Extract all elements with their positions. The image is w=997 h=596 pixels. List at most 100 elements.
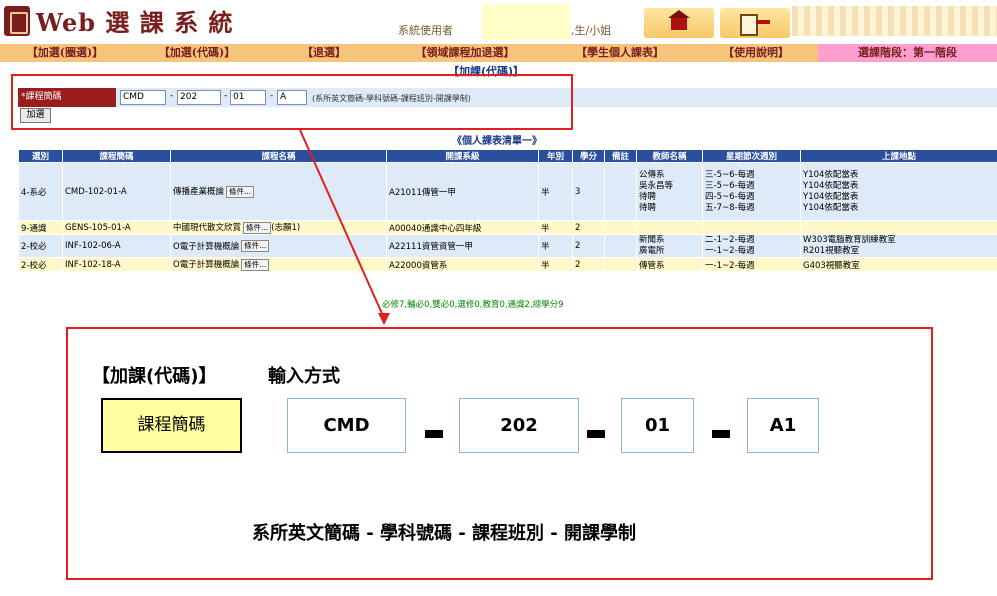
teacher-cell: 傳管系 xyxy=(636,257,703,272)
column-header: 教師名稱 xyxy=(636,149,703,163)
course-code: INF-102-18-A xyxy=(62,257,171,272)
column-header: 年別 xyxy=(538,149,573,163)
explainer-dept-code: CMD xyxy=(287,398,406,453)
teacher-cell: 公傳系 吳永昌等 待聘 待聘 xyxy=(636,162,703,221)
course-remark xyxy=(604,220,637,235)
course-remark xyxy=(604,162,637,221)
explainer-title: 【加課(代碼)】 xyxy=(92,366,217,387)
course-dept: A21011傳管一甲 xyxy=(386,162,539,221)
course-type: 9-通識 xyxy=(18,220,63,235)
course-name-cell: O電子計算機概論 條件... xyxy=(170,234,387,258)
schedule-time: 三-5~6-每週 xyxy=(705,169,755,180)
course-code: INF-102-06-A xyxy=(62,234,171,258)
room: Y104依配當表 xyxy=(803,180,859,191)
teacher-name: 待聘 xyxy=(639,191,657,202)
table-row: 2-校必 INF-102-06-A O電子計算機概論 條件... A22111資管… xyxy=(18,234,997,258)
wish-note: (志願1) xyxy=(271,223,301,234)
column-header: 開課系級 xyxy=(386,149,539,163)
course-code: GENS-105-01-A xyxy=(62,220,171,235)
column-header: 上課地點 xyxy=(800,149,997,163)
user-name-box xyxy=(482,4,570,40)
teacher-cell xyxy=(636,220,703,235)
course-dept: A22111資管資管一甲 xyxy=(386,234,539,258)
nav-drop[interactable]: 【退選】 xyxy=(264,44,384,62)
teacher-name: 吳永昌等 xyxy=(639,180,674,191)
course-name-cell: 傳播產業概論 條件... xyxy=(170,162,387,221)
room: W303電腦教育訓練教室 xyxy=(803,235,896,246)
room: R201視聽教室 xyxy=(803,246,860,256)
column-header: 學分 xyxy=(572,149,605,163)
teacher-name: 廣電所 xyxy=(639,246,665,256)
course-remark xyxy=(604,257,637,272)
course-table: 選別 課程簡碼 課程名稱 開課系級 年別 學分 備註 教師名稱 星期節次週別 上… xyxy=(18,149,997,272)
schedule-cell: 三-5~6-每週 三-5~6-每週 四-5~6-每週 五-7~8-每週 xyxy=(702,162,801,221)
condition-button[interactable]: 條件... xyxy=(241,258,270,271)
teacher-name: 公傳系 xyxy=(639,169,665,180)
table-row: 2-校必 INF-102-18-A O電子計算機概論 條件... A22000資管… xyxy=(18,257,997,272)
room-cell: Y104依配當表 Y104依配當表 Y104依配當表 Y104依配當表 xyxy=(800,162,997,221)
course-list-title: 《個人課表清單一》 xyxy=(452,136,542,147)
nav-add-code[interactable]: 【加選(代碼)】 xyxy=(130,44,264,62)
nav-add-circle[interactable]: 【加選(圈選)】 xyxy=(0,44,130,62)
column-header: 課程名稱 xyxy=(170,149,387,163)
nav-help[interactable]: 【使用說明】 xyxy=(694,44,818,62)
course-credit: 2 xyxy=(572,234,605,258)
explainer-dash xyxy=(587,430,605,438)
course-name: 中國現代散文欣賞 xyxy=(173,223,242,234)
column-header: 選別 xyxy=(18,149,63,163)
column-header: 課程簡碼 xyxy=(62,149,171,163)
column-header: 備註 xyxy=(604,149,637,163)
highlight-frame-form xyxy=(11,74,573,130)
nav-domain-courses[interactable]: 【領域課程加退選】 xyxy=(384,44,546,62)
course-name: O電子計算機概論 xyxy=(173,260,240,271)
university-logo xyxy=(4,6,30,36)
schedule-time: 五-7~8-每週 xyxy=(705,202,755,213)
course-type: 2-校必 xyxy=(18,257,63,272)
site-title: Web 選 課 系 統 xyxy=(36,8,234,37)
course-type: 4-系必 xyxy=(18,162,63,221)
table-row: 4-系必 CMD-102-01-A 傳播產業概論 條件... A21011傳管一甲… xyxy=(18,162,997,221)
schedule-cell: 二-1~2-每週 一-1~2-每週 xyxy=(702,234,801,258)
course-type: 2-校必 xyxy=(18,234,63,258)
nav-personal-schedule[interactable]: 【學生個人課表】 xyxy=(546,44,694,62)
logout-icon[interactable] xyxy=(720,8,790,38)
course-dept: A22000資管系 xyxy=(386,257,539,272)
explainer-subject-no: 202 xyxy=(459,398,579,453)
condition-button[interactable]: 條件... xyxy=(243,221,272,234)
schedule-cell: 一-1~2-每週 xyxy=(702,257,801,272)
room: Y104依配當表 xyxy=(803,169,859,180)
schedule-time: 三-5~6-每週 xyxy=(705,180,755,191)
credit-summary: 必修7,輔必0,雙必0,選修0,教育0,通識2,總學分9 xyxy=(382,300,564,310)
main-nav: 【加選(圈選)】 【加選(代碼)】 【退選】 【領域課程加退選】 【學生個人課表… xyxy=(0,44,997,62)
room: G403視聽教室 xyxy=(803,260,860,271)
course-dept: A00040通識中心四年級 xyxy=(386,220,539,235)
table-row: 9-通識 GENS-105-01-A 中國現代散文欣賞 條件... (志願1) A0… xyxy=(18,220,997,235)
schedule-time: 四-5~6-每週 xyxy=(705,191,755,202)
explainer-code-label: 課程簡碼 xyxy=(101,398,242,453)
schedule-time: 二-1~2-每週 xyxy=(705,235,755,246)
schedule-time: 一-1~2-每週 xyxy=(705,246,755,256)
schedule-time: 一-1~2-每週 xyxy=(705,260,755,271)
teacher-cell: 新聞系 廣電所 xyxy=(636,234,703,258)
condition-button[interactable]: 條件... xyxy=(241,240,270,253)
explainer-method: 輸入方式 xyxy=(268,366,340,387)
course-year: 半 xyxy=(538,162,573,221)
room: Y104依配當表 xyxy=(803,191,859,202)
room-cell: G403視聽教室 xyxy=(800,257,997,272)
room-cell: W303電腦教育訓練教室 R201視聽教室 xyxy=(800,234,997,258)
teacher-name: 傳管系 xyxy=(639,260,665,271)
teacher-name: 待聘 xyxy=(639,202,657,213)
home-icon[interactable] xyxy=(644,8,714,38)
schedule-cell xyxy=(702,220,801,235)
explainer-dash xyxy=(425,430,443,438)
header-decoration xyxy=(792,6,997,36)
condition-button[interactable]: 條件... xyxy=(226,185,255,198)
explainer-dash xyxy=(712,430,730,438)
room-cell xyxy=(800,220,997,235)
course-credit: 3 xyxy=(572,162,605,221)
course-name: 傳播產業概論 xyxy=(173,187,225,198)
header: Web 選 課 系 統 系統使用者 ,生/小姐 xyxy=(0,0,997,44)
course-year: 半 xyxy=(538,234,573,258)
course-code: CMD-102-01-A xyxy=(62,162,171,221)
course-year: 半 xyxy=(538,257,573,272)
